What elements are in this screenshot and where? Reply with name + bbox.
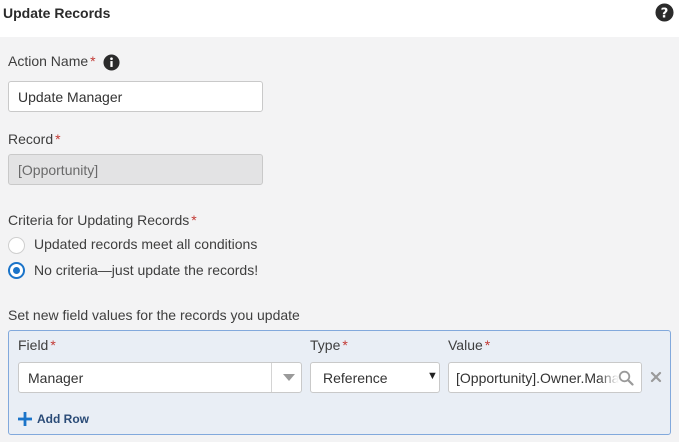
required-marker: *: [55, 131, 61, 147]
combobox-divider: [271, 363, 272, 392]
question-circle-icon[interactable]: ?: [655, 3, 674, 22]
radio-all-conditions-label[interactable]: Updated records meet all conditions: [34, 236, 257, 252]
required-marker: *: [484, 337, 491, 353]
required-marker: *: [90, 53, 96, 69]
action-name-input[interactable]: [8, 81, 263, 112]
radio-all-conditions[interactable]: [8, 237, 25, 254]
record-label-text: Record: [8, 131, 54, 147]
field-values-panel: Field * Type * Value * Manager Reference ▼ …: [8, 330, 671, 435]
criteria-label-text: Criteria for Updating Records: [8, 212, 190, 228]
chevron-down-icon[interactable]: [283, 374, 295, 382]
action-name-label-text: Action Name: [8, 53, 89, 69]
type-select-value: Reference: [323, 370, 388, 386]
caret-down-icon: ▼: [427, 370, 438, 382]
panel-header: Update Records ?: [0, 0, 679, 37]
field-combobox-value: Manager: [28, 370, 84, 386]
radio-no-criteria-label[interactable]: No criteria—just update the records!: [34, 262, 258, 278]
svg-text:?: ?: [661, 6, 669, 21]
field-column-label-text: Field: [18, 337, 49, 353]
field-column-label: Field *: [18, 337, 56, 353]
record-input: [8, 154, 263, 185]
criteria-label: Criteria for Updating Records *: [8, 212, 197, 228]
value-column-label-text: Value: [448, 337, 483, 353]
field-values-label: Set new field values for the records you…: [8, 307, 300, 323]
add-row-label: Add Row: [37, 412, 89, 426]
search-icon[interactable]: [618, 370, 634, 386]
info-circle-icon[interactable]: [103, 54, 120, 71]
field-combobox[interactable]: Manager: [18, 362, 302, 393]
value-lookup-field[interactable]: [Opportunity].Owner.Manager: [448, 362, 642, 393]
required-marker: *: [342, 337, 348, 353]
required-marker: *: [191, 212, 197, 228]
type-column-label-text: Type: [310, 337, 341, 353]
required-marker: *: [50, 337, 56, 353]
record-label: Record *: [8, 131, 61, 147]
page-title: Update Records: [3, 5, 111, 21]
plus-icon: [18, 412, 32, 426]
type-select[interactable]: Reference ▼: [310, 362, 440, 393]
close-icon[interactable]: [650, 371, 662, 383]
radio-no-criteria[interactable]: [8, 262, 25, 279]
type-column-label: Type *: [310, 337, 348, 353]
value-column-label: Value *: [448, 337, 490, 353]
action-name-label: Action Name *: [8, 53, 96, 69]
